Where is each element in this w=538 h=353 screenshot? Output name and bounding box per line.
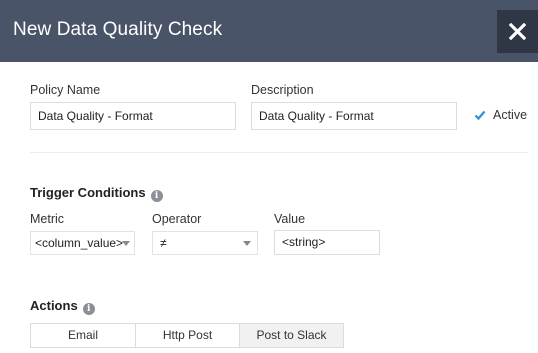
- section-divider: [30, 152, 528, 153]
- metric-select-value: <column_value>: [35, 236, 124, 250]
- active-label: Active: [493, 108, 528, 122]
- policy-name-label: Policy Name: [30, 83, 101, 97]
- close-button[interactable]: [497, 10, 538, 53]
- dialog-title: New Data Quality Check: [13, 19, 223, 40]
- trigger-conditions-heading: Trigger Conditions i: [30, 185, 163, 202]
- trigger-conditions-title: Trigger Conditions: [30, 185, 146, 200]
- operator-select[interactable]: ≠: [152, 231, 258, 255]
- value-label: Value: [274, 212, 306, 226]
- description-input[interactable]: Data Quality - Format: [251, 102, 457, 130]
- chevron-down-icon: [243, 241, 251, 246]
- value-input[interactable]: <string>: [274, 230, 380, 255]
- actions-heading: Actions i: [30, 298, 95, 315]
- active-checkbox[interactable]: [474, 109, 486, 121]
- metric-label: Metric: [30, 212, 65, 226]
- policy-name-input[interactable]: Data Quality - Format: [30, 102, 236, 130]
- description-label: Description: [251, 83, 314, 97]
- tab-post-to-slack[interactable]: Post to Slack: [239, 323, 344, 348]
- tab-email[interactable]: Email: [30, 323, 136, 348]
- info-icon[interactable]: i: [82, 303, 95, 315]
- close-icon: [509, 23, 526, 40]
- actions-title: Actions: [30, 298, 78, 313]
- chevron-down-icon: [122, 241, 130, 246]
- dialog-titlebar: New Data Quality Check: [0, 0, 538, 62]
- tab-http-post[interactable]: Http Post: [135, 323, 240, 348]
- metric-select[interactable]: <column_value>: [30, 231, 135, 255]
- info-icon[interactable]: i: [150, 190, 163, 202]
- operator-label: Operator: [152, 212, 202, 226]
- operator-select-value: ≠: [160, 236, 167, 250]
